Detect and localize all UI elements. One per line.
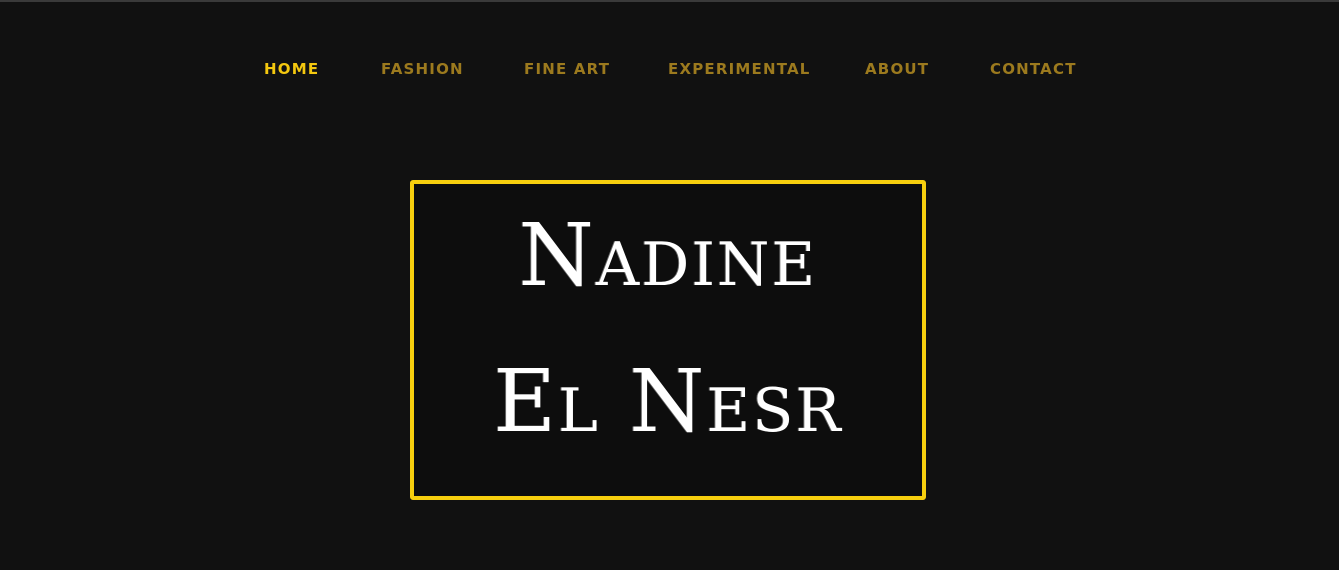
hero-title-box: Nadine El Nesr: [410, 180, 926, 500]
nav-item-fine-art[interactable]: FINE ART: [524, 59, 610, 79]
nav-item-home[interactable]: HOME: [264, 59, 319, 79]
nav-item-fashion[interactable]: FASHION: [381, 59, 464, 79]
hero-title-first-name: Nadine: [518, 206, 818, 306]
main-navigation: HOME FASHION FINE ART EXPERIMENTAL ABOUT…: [0, 59, 1339, 79]
nav-item-about[interactable]: ABOUT: [865, 59, 929, 79]
hero-title-last-name: El Nesr: [493, 352, 843, 452]
top-border: [0, 0, 1339, 2]
nav-item-contact[interactable]: CONTACT: [990, 59, 1077, 79]
nav-item-experimental[interactable]: EXPERIMENTAL: [668, 59, 811, 79]
